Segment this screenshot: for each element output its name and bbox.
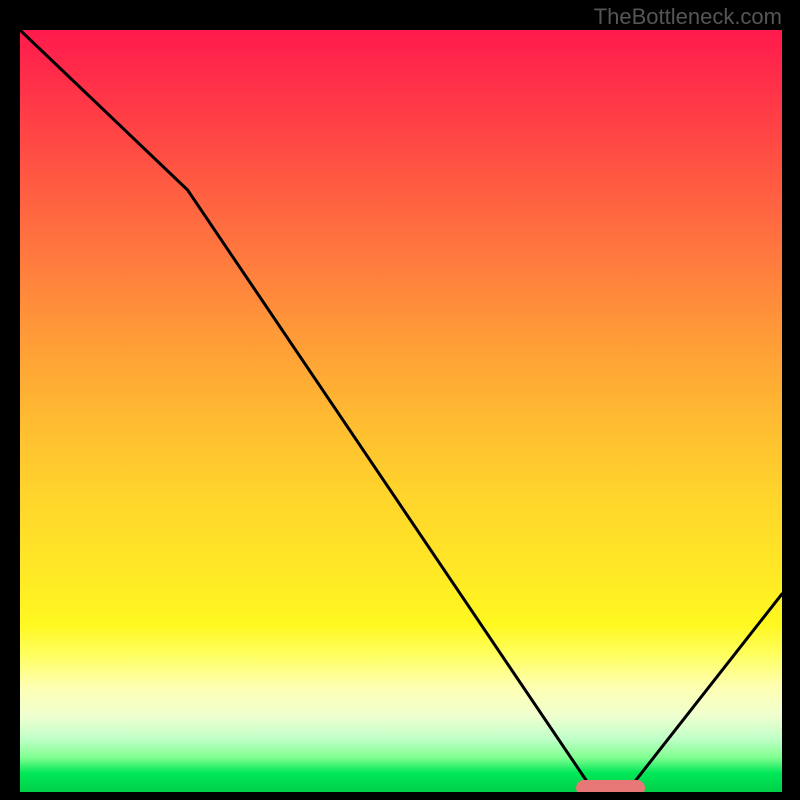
chart-plot-area	[20, 30, 782, 792]
optimal-range-marker	[576, 780, 645, 792]
bottleneck-curve	[20, 30, 782, 792]
watermark-text: TheBottleneck.com	[594, 4, 782, 30]
